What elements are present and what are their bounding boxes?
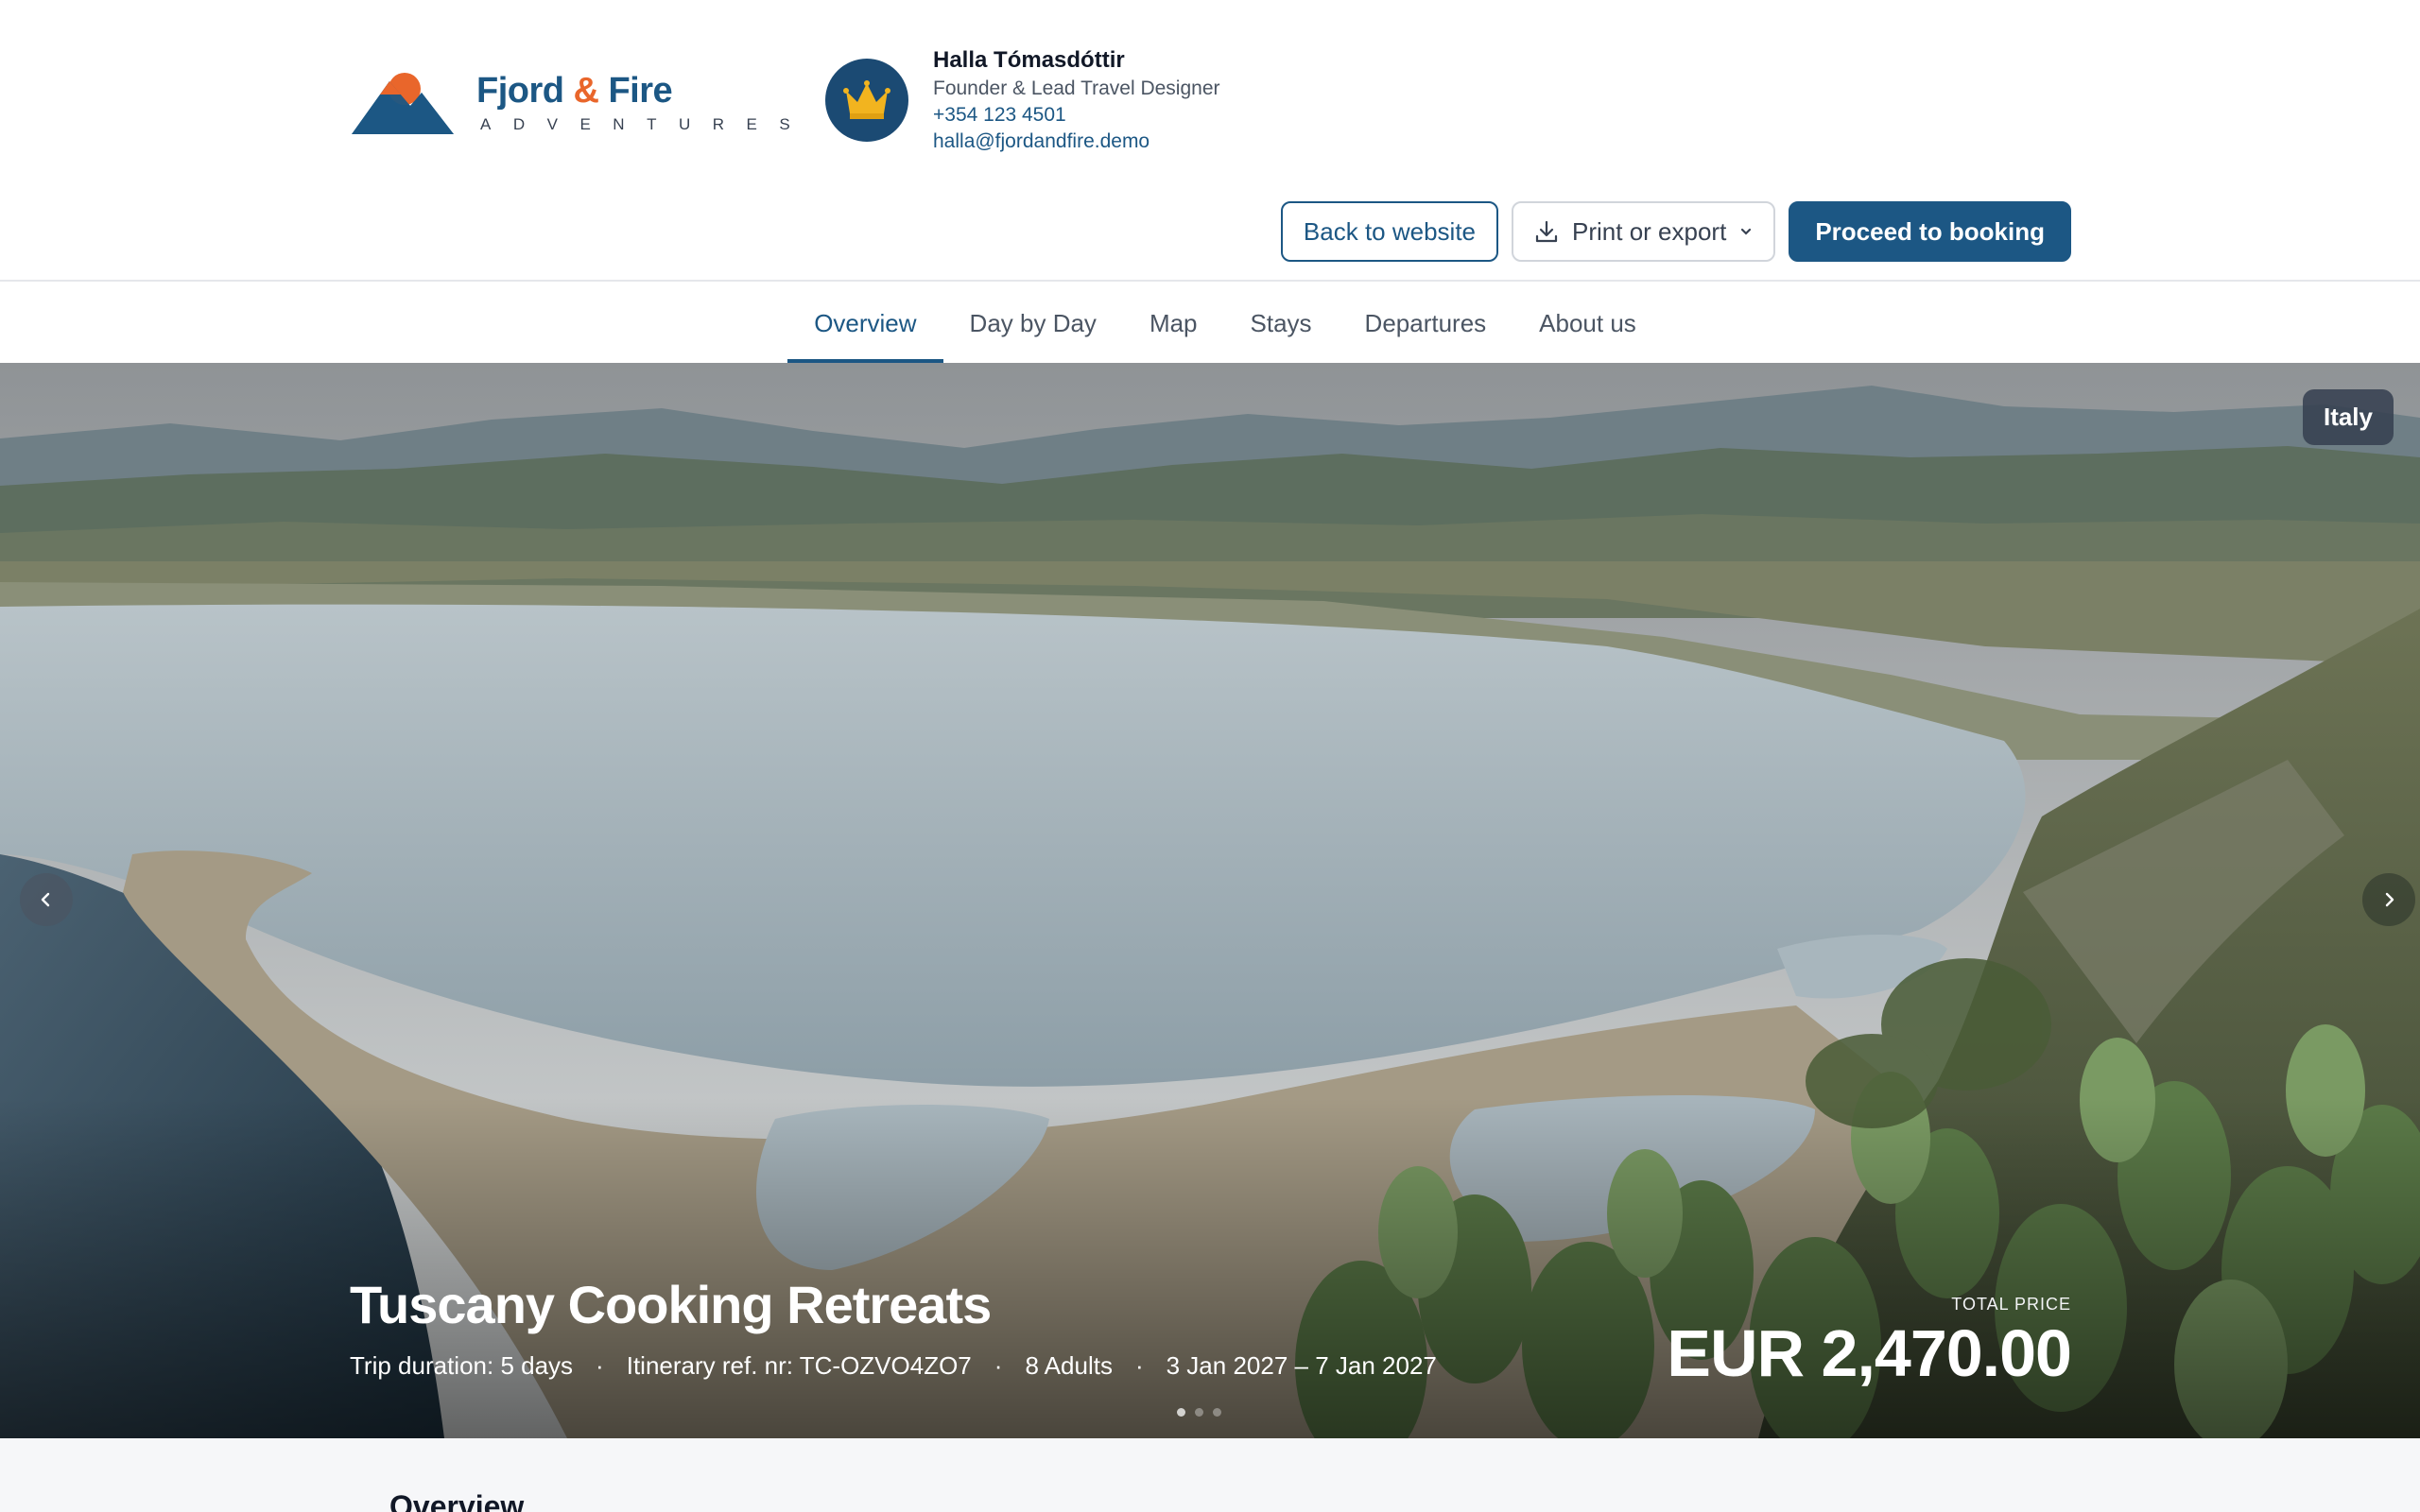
chevron-right-icon [2385,892,2394,907]
download-icon [1535,220,1558,243]
trip-duration: Trip duration: 5 days [350,1351,574,1380]
carousel-next-button[interactable] [2362,873,2415,926]
total-price-label: TOTAL PRICE [1951,1295,2071,1314]
header-actions: Back to website Print or export Proceed … [1280,201,2071,262]
brand-logo[interactable]: Fjord & Fire ADVENTURES [352,72,812,134]
trip-title: Tuscany Cooking Retreats [350,1275,992,1334]
meta-separator: · [994,1351,1003,1380]
agent-role: Founder & Lead Travel Designer [933,77,1220,99]
carousel-dot[interactable] [1195,1408,1203,1417]
chevron-left-icon [41,892,50,907]
site-header: Fjord & Fire ADVENTURES Halla Tómasdótti… [0,0,2420,282]
print-export-label: Print or export [1572,216,1727,246]
trip-dates: 3 Jan 2027 – 7 Jan 2027 [1166,1351,1437,1380]
brand-name: Fjord & Fire [476,72,812,110]
hero-carousel: Italy Tuscany Cooking Retreats Trip dura… [0,363,2420,1438]
agent-email-link[interactable]: halla@fjordandfire.demo [933,129,1220,155]
proceed-to-booking-button[interactable]: Proceed to booking [1789,201,2071,262]
tab-departures[interactable]: Departures [1339,284,1513,363]
brand-tagline: ADVENTURES [480,115,813,133]
chevron-down-icon [1741,228,1752,235]
total-price-value: EUR 2,470.00 [1667,1316,2072,1390]
brand-name-ampersand: & [573,71,599,111]
carousel-prev-button[interactable] [20,873,73,926]
brand-wordmark: Fjord & Fire ADVENTURES [476,72,812,134]
carousel-dot[interactable] [1213,1408,1221,1417]
agent-info: Halla Tómasdóttir Founder & Lead Travel … [933,45,1220,155]
tab-stays[interactable]: Stays [1224,284,1339,363]
avatar [825,59,908,142]
carousel-dot[interactable] [1177,1408,1185,1417]
crown-icon [843,80,890,119]
section-title: Overview [389,1489,525,1512]
agent-card: Halla Tómasdóttir Founder & Lead Travel … [825,45,1220,155]
brand-name-part1: Fjord [476,71,564,111]
tab-overview[interactable]: Overview [787,284,943,363]
brand-name-part2: Fire [608,71,673,111]
meta-separator: · [596,1351,604,1380]
itinerary-tabs: Overview Day by Day Map Stays Departures… [0,284,2420,363]
meta-separator: · [1134,1351,1144,1380]
print-export-button[interactable]: Print or export [1512,201,1776,262]
tab-day-by-day[interactable]: Day by Day [943,284,1123,363]
back-to-website-button[interactable]: Back to website [1280,201,1499,262]
carousel-indicators [1177,1408,1221,1417]
agent-phone-link[interactable]: +354 123 4501 [933,102,1220,129]
overview-section: Overview [0,1438,2420,1512]
tab-map[interactable]: Map [1123,284,1224,363]
traveller-count: 8 Adults [1025,1351,1113,1380]
country-badge: Italy [2302,389,2394,445]
trip-meta: Trip duration: 5 days · Itinerary ref. n… [350,1351,1437,1381]
tab-about-us[interactable]: About us [1512,284,1663,363]
itinerary-reference: Itinerary ref. nr: TC-OZVO4ZO7 [626,1351,972,1380]
mountain-logo-icon [352,73,454,134]
agent-name: Halla Tómasdóttir [933,47,1125,73]
